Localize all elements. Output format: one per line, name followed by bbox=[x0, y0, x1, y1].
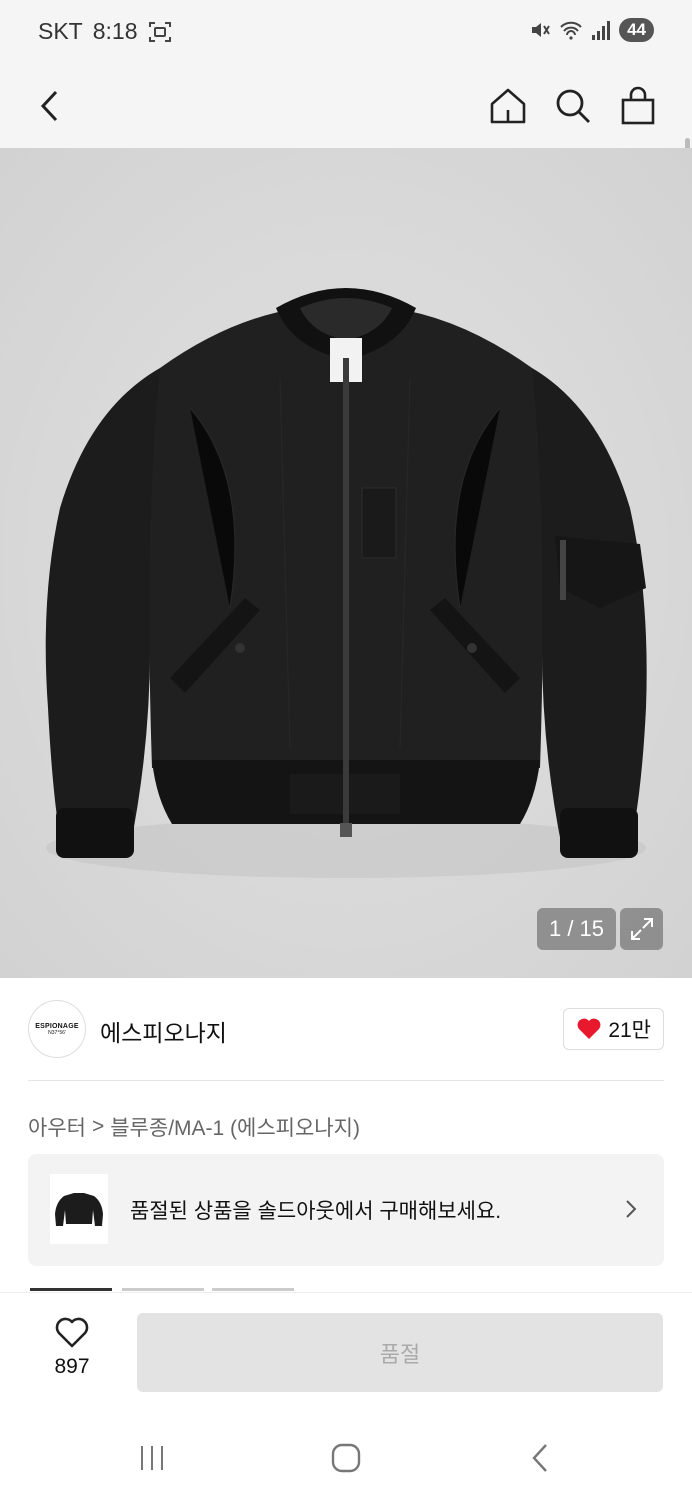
clock: 8:18 bbox=[92, 18, 138, 44]
soldout-banner[interactable]: 품절된 상품을 솔드아웃에서 구매해보세요. bbox=[28, 1154, 664, 1266]
expand-icon bbox=[630, 918, 653, 940]
system-back-button[interactable] bbox=[520, 1438, 560, 1478]
back-button[interactable] bbox=[26, 82, 74, 130]
status-bar: SKT 8:18 44 bbox=[0, 0, 692, 66]
brand-logo-text: ESPIONAGE bbox=[35, 1022, 79, 1030]
chevron-right-icon bbox=[626, 1200, 637, 1218]
brand-name[interactable]: 에스피오나지 bbox=[100, 1014, 227, 1048]
system-home-button[interactable] bbox=[326, 1438, 366, 1478]
breadcrumb-category[interactable]: 아우터 bbox=[28, 1112, 86, 1142]
brand-like-count: 21만 bbox=[608, 1019, 651, 1042]
brand-like-button[interactable]: 21만 bbox=[563, 1008, 664, 1050]
breadcrumb-subcategory[interactable]: 블루종/MA-1 (에스피오나지) bbox=[110, 1112, 360, 1142]
soldout-banner-text: 품절된 상품을 솔드아웃에서 구매해보세요. bbox=[130, 1200, 502, 1223]
recent-apps-button[interactable] bbox=[132, 1438, 172, 1478]
brand-logo[interactable]: ESPIONAGE N37°56' bbox=[28, 1000, 86, 1058]
cart-button[interactable] bbox=[614, 82, 662, 130]
brand-logo-subtext: N37°56' bbox=[48, 1029, 66, 1036]
tab-indicator bbox=[30, 1288, 112, 1291]
tab-indicator bbox=[212, 1288, 294, 1291]
wish-button[interactable]: 897 bbox=[40, 1317, 104, 1379]
wifi-icon bbox=[560, 21, 582, 40]
screen-capture-icon bbox=[148, 21, 171, 42]
shopping-bag-icon bbox=[621, 86, 655, 125]
recent-apps-icon bbox=[141, 1446, 163, 1470]
system-navigation-bar bbox=[0, 1408, 692, 1500]
search-button[interactable] bbox=[549, 82, 597, 130]
status-left: SKT 8:18 bbox=[38, 18, 172, 45]
back-arrow-icon bbox=[40, 90, 58, 122]
breadcrumb: 아우터 > 블루종/MA-1 (에스피오나지) bbox=[28, 1112, 360, 1142]
top-navigation bbox=[0, 66, 692, 248]
product-image-carousel[interactable] bbox=[0, 148, 692, 978]
home-circle-icon bbox=[331, 1443, 361, 1473]
search-icon bbox=[556, 89, 590, 123]
status-right: 44 bbox=[529, 18, 654, 42]
heart-outline-icon bbox=[55, 1317, 89, 1348]
divider bbox=[28, 1080, 664, 1081]
soldout-button[interactable]: 품절 bbox=[137, 1313, 663, 1392]
carrier-label: SKT bbox=[38, 18, 83, 44]
signal-icon bbox=[592, 21, 611, 40]
expand-image-button[interactable] bbox=[620, 908, 663, 950]
battery-indicator: 44 bbox=[619, 18, 654, 42]
product-thumbnail bbox=[50, 1174, 108, 1244]
brand-row: ESPIONAGE N37°56' 에스피오나지 21만 bbox=[28, 1000, 664, 1062]
bottom-action-bar: 897 품절 bbox=[0, 1292, 692, 1408]
home-button[interactable] bbox=[484, 82, 532, 130]
wish-count: 897 bbox=[54, 1355, 90, 1378]
jacket-thumbnail-image bbox=[55, 1193, 103, 1226]
image-counter: 1 / 15 bbox=[537, 908, 616, 950]
tab-indicator bbox=[122, 1288, 204, 1291]
heart-icon bbox=[577, 1018, 601, 1039]
back-chevron-icon bbox=[532, 1444, 547, 1472]
product-image bbox=[0, 148, 692, 978]
mute-icon bbox=[532, 23, 550, 37]
home-icon bbox=[490, 88, 526, 124]
breadcrumb-separator: > bbox=[91, 1115, 105, 1138]
